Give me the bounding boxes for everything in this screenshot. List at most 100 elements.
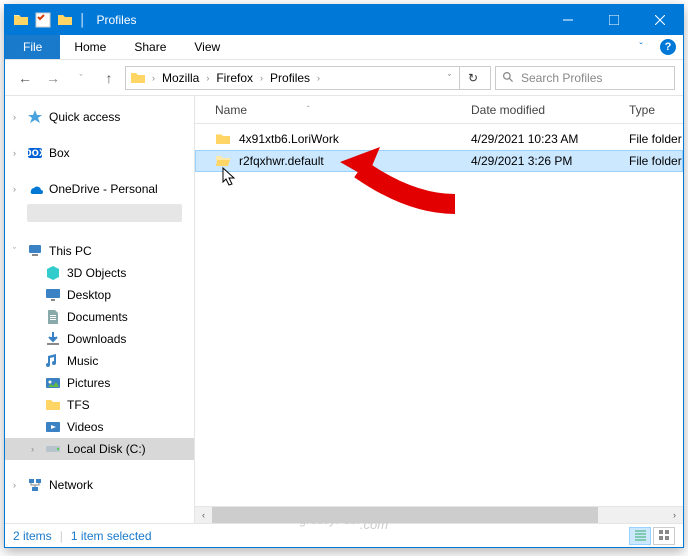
address-bar[interactable]: › Mozilla › Firefox › Profiles › ˇ ↻ [125,66,491,90]
folder-open-icon [215,153,231,169]
qat-separator: │ [79,13,87,27]
downloads-icon [45,331,61,347]
scroll-right-icon[interactable]: › [666,507,683,524]
sidebar-item-downloads[interactable]: Downloads [5,328,194,350]
search-input[interactable]: Search Profiles [495,66,675,90]
sidebar-item-box[interactable]: › box Box [5,142,194,164]
chevron-right-icon[interactable]: › [204,73,211,83]
column-header-name[interactable]: Nameˆ [215,103,471,117]
folder-icon [130,70,146,86]
file-date: 4/29/2021 3:26 PM [471,154,629,168]
refresh-button[interactable]: ↻ [459,67,486,89]
forward-button[interactable]: → [41,66,65,90]
window-title: Profiles [97,13,137,27]
crumb[interactable]: Firefox [213,71,256,85]
search-placeholder: Search Profiles [521,71,602,85]
ribbon: File Home Share View ˇ ? [5,35,683,60]
sidebar-label: Music [67,354,98,368]
file-name: r2fqxhwr.default [239,154,471,168]
scroll-left-icon[interactable]: ‹ [195,507,212,524]
table-row[interactable]: r2fqxhwr.default 4/29/2021 3:26 PM File … [195,150,683,172]
crumb[interactable]: Mozilla [159,71,202,85]
folder-icon [57,12,73,28]
maximize-button[interactable] [591,5,637,35]
sidebar-item-music[interactable]: Music [5,350,194,372]
chevron-right-icon[interactable]: › [31,444,41,454]
recent-locations-button[interactable]: ˇ [69,66,93,90]
file-list-pane: Nameˆ Date modified Type 4x91xtb6.LoriWo… [195,96,683,523]
sidebar-item-network[interactable]: › Network [5,474,194,496]
sidebar-item-pictures[interactable]: Pictures [5,372,194,394]
chevron-right-icon[interactable]: › [13,112,23,122]
file-name: 4x91xtb6.LoriWork [239,132,471,146]
tab-view[interactable]: View [180,35,234,59]
sidebar-item-desktop[interactable]: Desktop [5,284,194,306]
sidebar-label: Desktop [67,288,111,302]
file-rows: 4x91xtb6.LoriWork 4/29/2021 10:23 AM Fil… [195,124,683,506]
pc-icon [27,243,43,259]
help-icon: ? [660,39,676,55]
sidebar-label: This PC [49,244,92,258]
tab-share[interactable]: Share [120,35,180,59]
sidebar-label: Box [49,146,70,160]
scroll-thumb[interactable] [212,507,598,523]
address-dropdown-icon[interactable]: ˇ [442,73,457,83]
sidebar-label: Network [49,478,93,492]
folder-icon [13,12,29,28]
file-date: 4/29/2021 10:23 AM [471,132,629,146]
sidebar-label: Quick access [49,110,120,124]
folder-icon [215,131,231,147]
videos-icon [45,419,61,435]
tab-file[interactable]: File [5,35,60,59]
column-header-date[interactable]: Date modified [471,103,629,117]
navigation-pane: › Quick access › box Box › OneDrive - Pe… [5,96,195,523]
sidebar-label: TFS [67,398,90,412]
horizontal-scrollbar[interactable]: ‹ › [195,506,683,523]
star-icon [27,109,43,125]
status-bar: 2 items | 1 item selected [5,523,683,547]
svg-text:box: box [27,145,43,159]
sidebar-label: Pictures [67,376,110,390]
sidebar-item-this-pc[interactable]: ˇ This PC [5,240,194,262]
explorer-window: │ Profiles File Home Share View ˇ ? ← → … [4,4,684,548]
sidebar-label: OneDrive - Personal [49,182,158,196]
status-selected-count: 1 item selected [71,529,152,543]
column-header-type[interactable]: Type [629,103,683,117]
sidebar-item-documents[interactable]: Documents [5,306,194,328]
view-details-button[interactable] [629,527,651,545]
tab-home[interactable]: Home [60,35,120,59]
sidebar-item-videos[interactable]: Videos [5,416,194,438]
back-button[interactable]: ← [13,66,37,90]
box-icon: box [27,145,43,161]
close-button[interactable] [637,5,683,35]
chevron-right-icon[interactable]: › [13,148,23,158]
sidebar-label: Local Disk (C:) [67,442,146,456]
sidebar-item-tfs[interactable]: TFS [5,394,194,416]
sidebar-item-local-disk[interactable]: › Local Disk (C:) [5,438,194,460]
help-button[interactable]: ? [653,35,683,59]
sidebar-label: Downloads [67,332,126,346]
chevron-right-icon[interactable]: › [13,184,23,194]
ribbon-expand-icon[interactable]: ˇ [629,35,653,59]
sidebar-item-3d-objects[interactable]: 3D Objects [5,262,194,284]
checklist-icon [35,12,51,28]
chevron-right-icon[interactable]: › [150,73,157,83]
status-item-count: 2 items [13,529,52,543]
music-icon [45,353,61,369]
table-row[interactable]: 4x91xtb6.LoriWork 4/29/2021 10:23 AM Fil… [195,128,683,150]
minimize-button[interactable] [545,5,591,35]
sidebar-label: 3D Objects [67,266,126,280]
sidebar-label: Videos [67,420,103,434]
chevron-right-icon[interactable]: › [13,480,23,490]
view-large-icons-button[interactable] [653,527,675,545]
chevron-right-icon[interactable]: › [258,73,265,83]
sidebar-placeholder [27,204,182,222]
pictures-icon [45,375,61,391]
chevron-down-icon[interactable]: ˇ [13,246,23,256]
file-type: File folder [629,132,683,146]
crumb[interactable]: Profiles [267,71,313,85]
up-button[interactable]: ↑ [97,66,121,90]
sidebar-item-onedrive[interactable]: › OneDrive - Personal [5,178,194,200]
sidebar-item-quick-access[interactable]: › Quick access [5,106,194,128]
chevron-right-icon[interactable]: › [315,73,322,83]
